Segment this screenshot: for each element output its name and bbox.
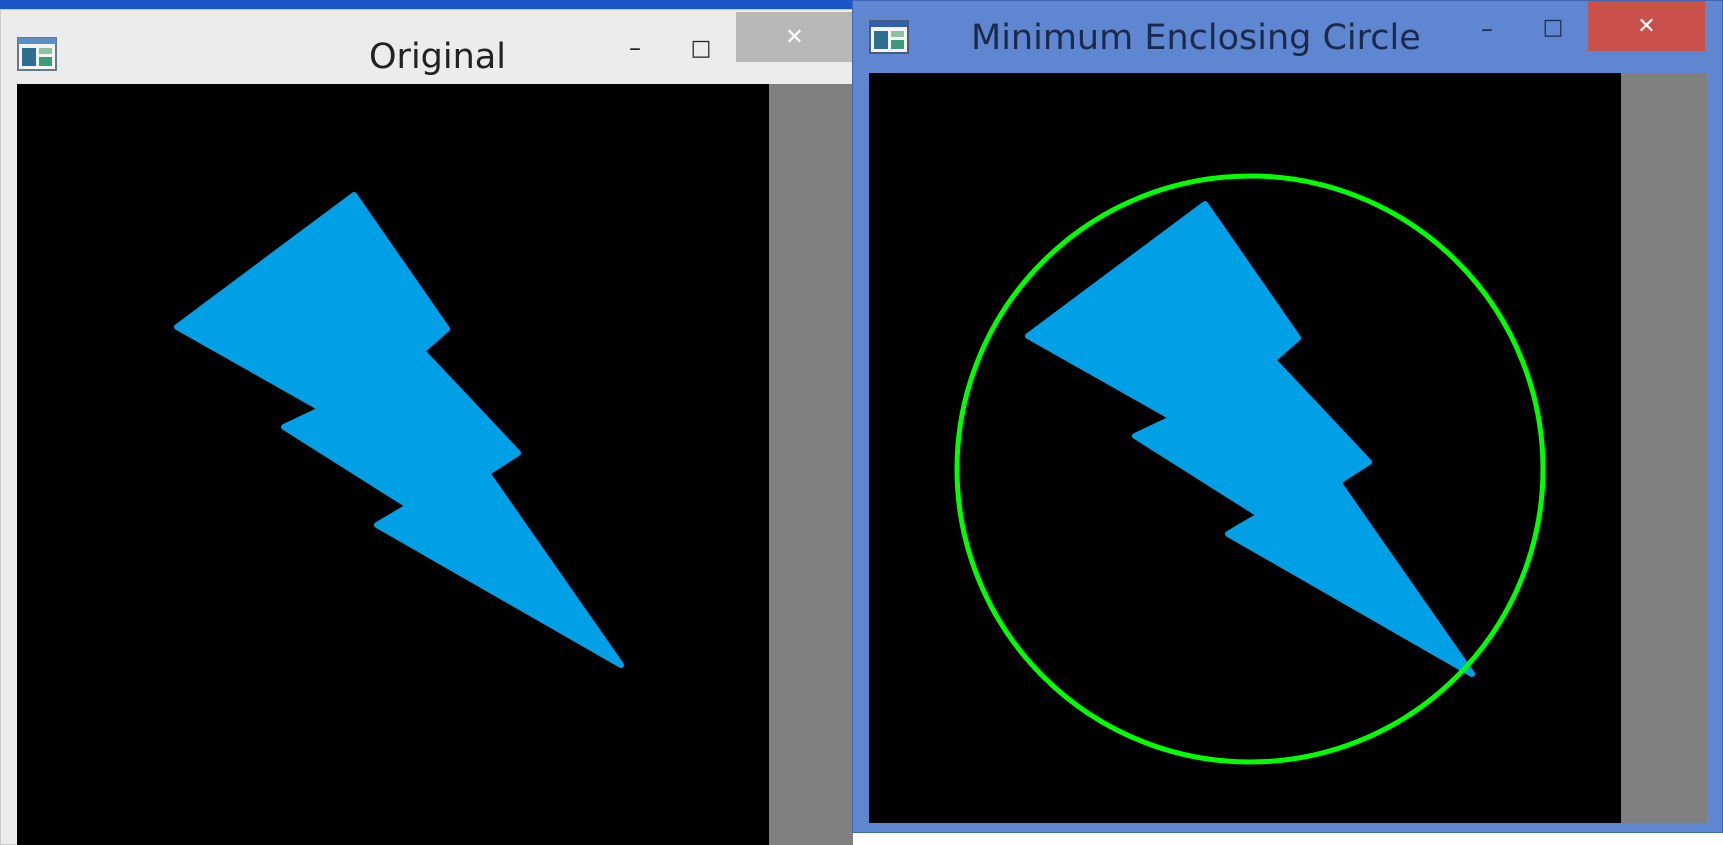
maximize-icon: □ — [1542, 14, 1564, 40]
image-canvas — [869, 73, 1621, 823]
close-button[interactable]: ✕ — [736, 12, 853, 62]
app-window-icon[interactable] — [869, 19, 909, 55]
close-button[interactable]: ✕ — [1588, 1, 1705, 51]
image-client-area — [17, 84, 853, 845]
window-title: Original — [369, 37, 506, 77]
maximize-button[interactable]: □ — [1530, 7, 1576, 47]
image-canvas — [17, 84, 769, 845]
minimize-icon: – — [629, 34, 641, 62]
minimize-icon: – — [1481, 15, 1493, 43]
close-icon: ✕ — [785, 24, 804, 50]
maximize-icon: □ — [690, 35, 712, 61]
window-title: Minimum Enclosing Circle — [971, 18, 1421, 58]
close-icon: ✕ — [1637, 13, 1656, 39]
image-client-area — [869, 73, 1707, 823]
maximize-button[interactable]: □ — [678, 28, 724, 68]
app-window-icon[interactable] — [17, 36, 57, 72]
mec-titlebar[interactable]: Minimum Enclosing Circle – □ ✕ — [853, 1, 1722, 73]
original-titlebar[interactable]: Original – □ ✕ — [1, 10, 853, 82]
minimize-button[interactable]: – — [612, 28, 658, 68]
minimize-button[interactable]: – — [1464, 9, 1510, 49]
minimum-enclosing-circle-window: Minimum Enclosing Circle – □ ✕ — [852, 0, 1723, 833]
original-window: Original – □ ✕ — [0, 9, 853, 845]
